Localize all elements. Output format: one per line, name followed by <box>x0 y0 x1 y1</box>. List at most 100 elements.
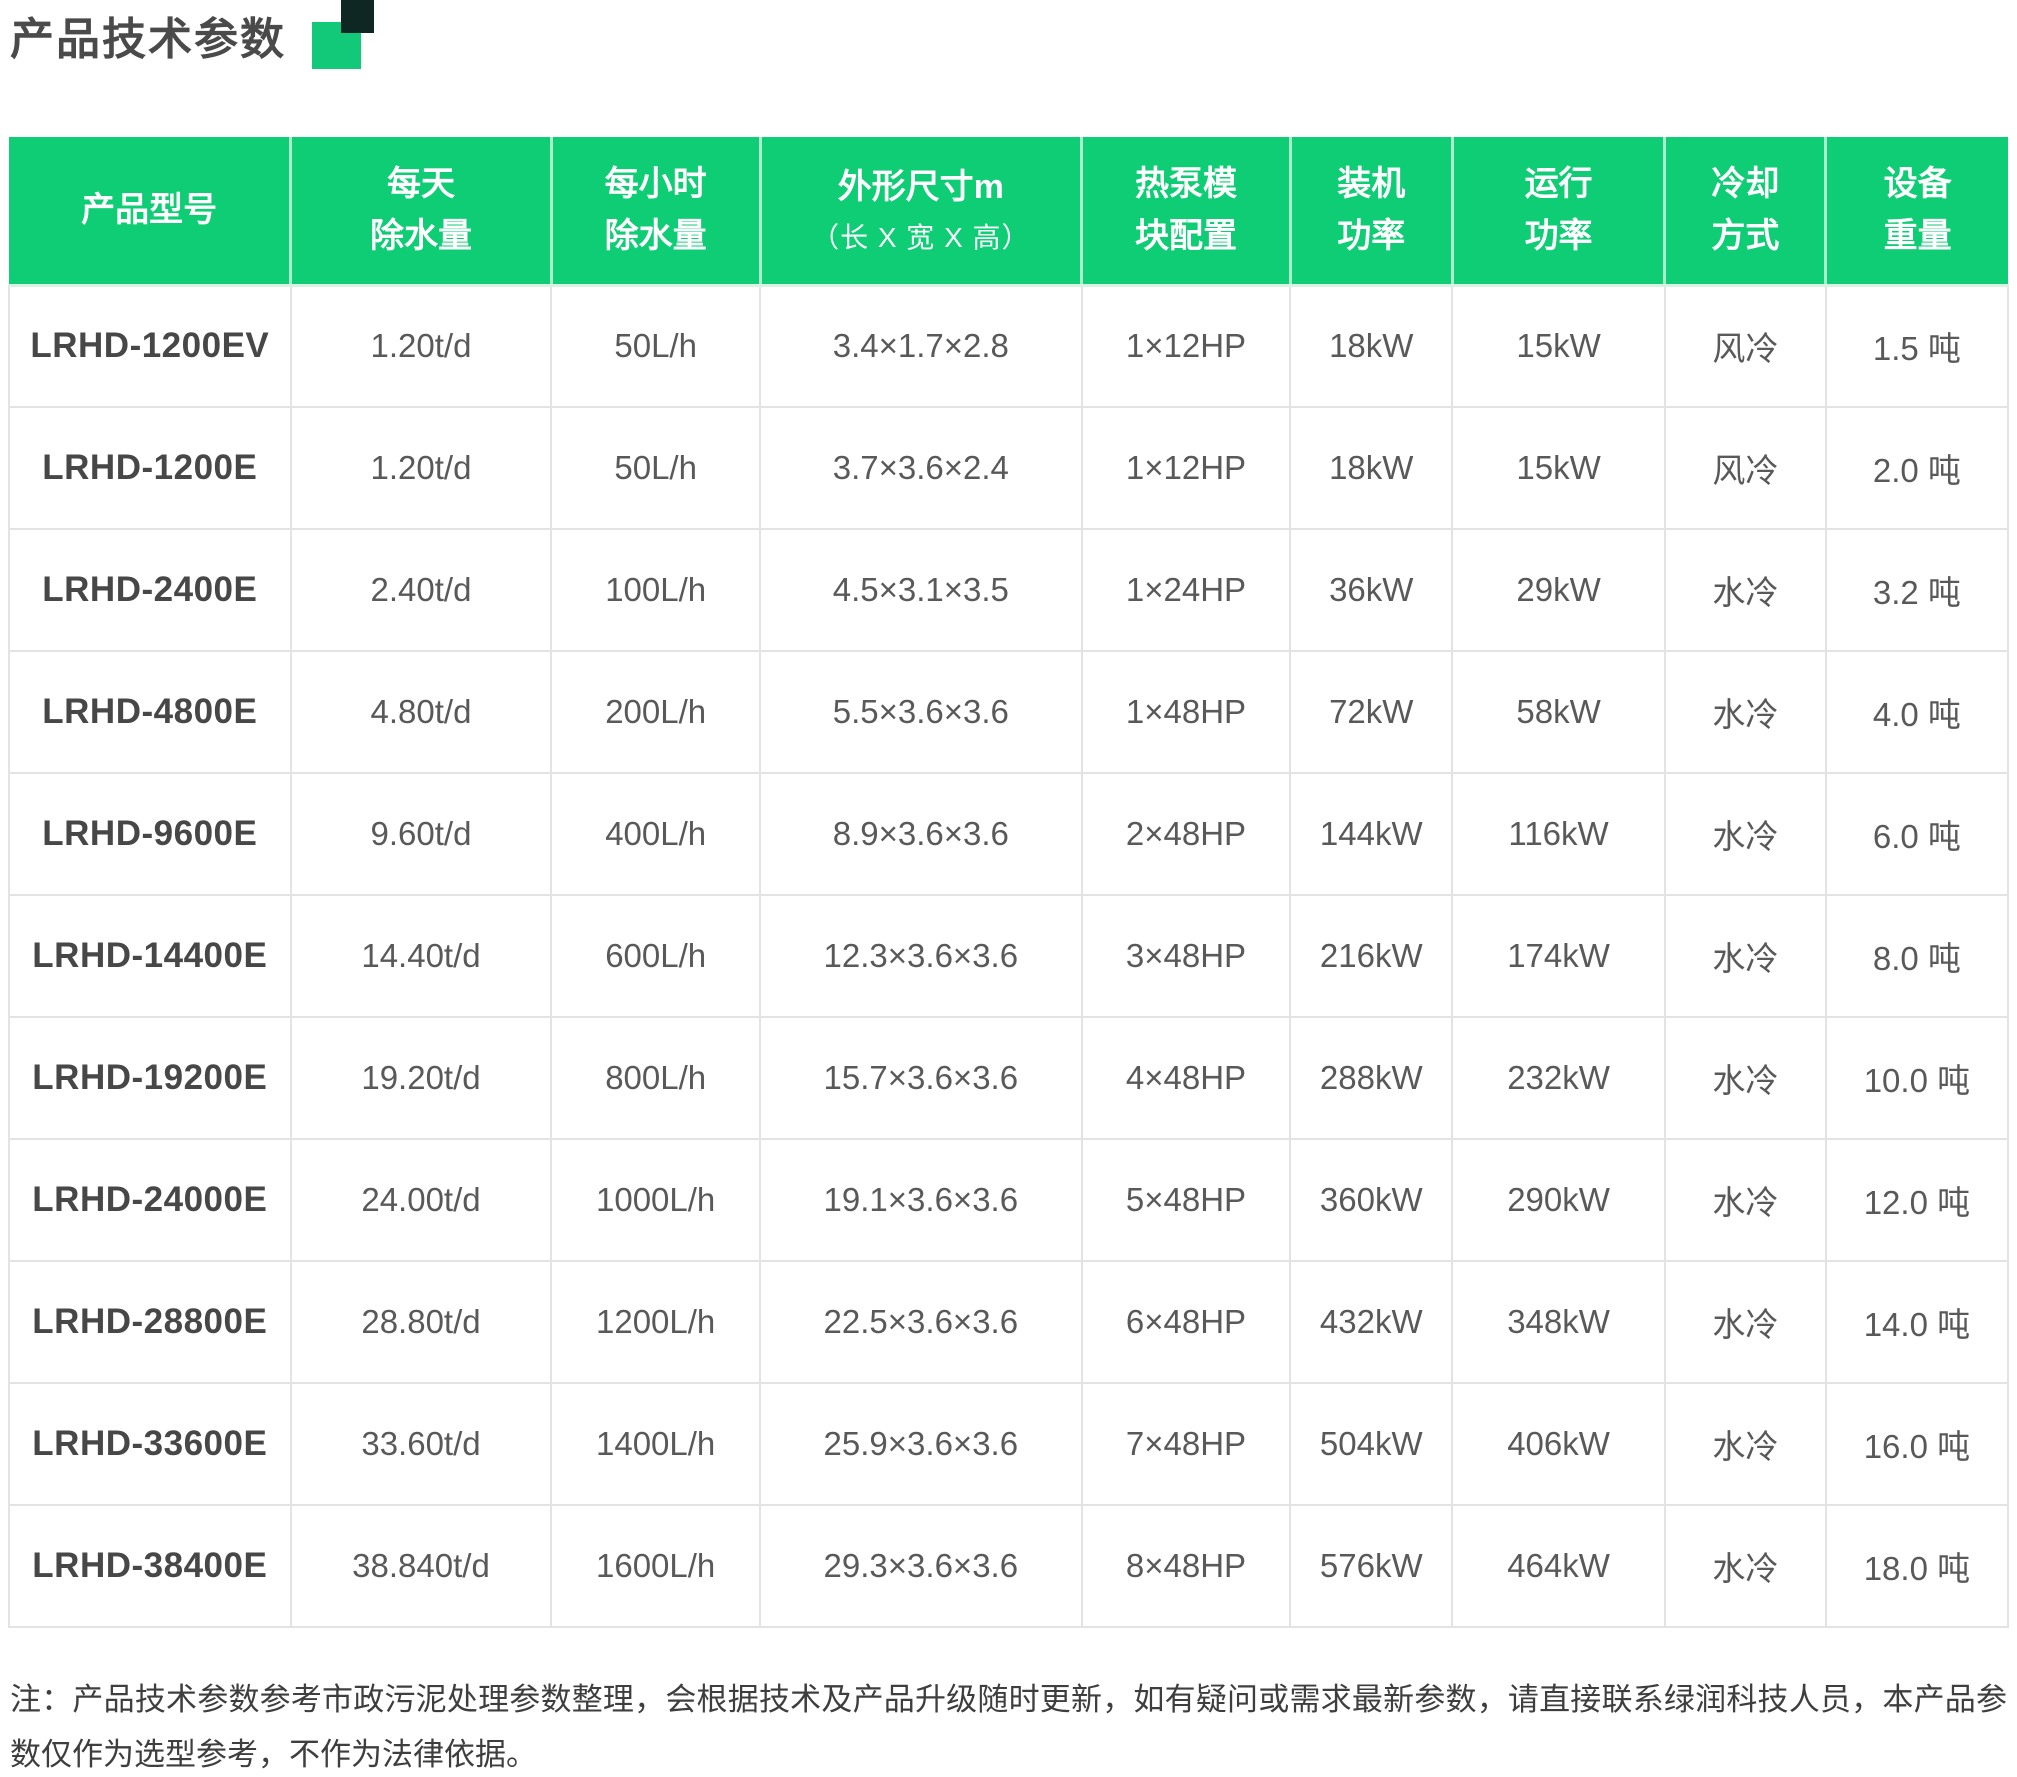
cell-weight: 1.5 吨 <box>1826 285 2008 407</box>
cell-installed-power: 576kW <box>1290 1505 1452 1627</box>
cell-model: LRHD-33600E <box>9 1383 291 1505</box>
cell-model: LRHD-14400E <box>9 895 291 1017</box>
column-header-modules: 热泵模块配置 <box>1082 137 1291 285</box>
column-header-running-power: 运行功率 <box>1452 137 1665 285</box>
cell-hourly: 400L/h <box>551 773 760 895</box>
cell-modules: 3×48HP <box>1082 895 1291 1017</box>
cell-installed-power: 288kW <box>1290 1017 1452 1139</box>
table-row: LRHD-2400E2.40t/d100L/h4.5×3.1×3.51×24HP… <box>9 529 2008 651</box>
cell-dims: 3.4×1.7×2.8 <box>760 285 1082 407</box>
cell-model: LRHD-9600E <box>9 773 291 895</box>
cell-running-power: 15kW <box>1452 285 1665 407</box>
column-header-dims: 外形尺寸m（长 X 宽 X 高） <box>760 137 1082 285</box>
table-row: LRHD-14400E14.40t/d600L/h12.3×3.6×3.63×4… <box>9 895 2008 1017</box>
page-title: 产品技术参数 <box>10 10 286 70</box>
cell-daily: 2.40t/d <box>291 529 552 651</box>
cell-model: LRHD-1200E <box>9 407 291 529</box>
cell-daily: 14.40t/d <box>291 895 552 1017</box>
cell-dims: 22.5×3.6×3.6 <box>760 1261 1082 1383</box>
cell-dims: 29.3×3.6×3.6 <box>760 1505 1082 1627</box>
cell-weight: 6.0 吨 <box>1826 773 2008 895</box>
cell-hourly: 100L/h <box>551 529 760 651</box>
cell-cooling: 水冷 <box>1665 1505 1826 1627</box>
page: 产品技术参数 产品型号每天除水量每小时除水量外形尺寸m（长 X 宽 X 高）热泵… <box>0 0 2017 1777</box>
cell-weight: 3.2 吨 <box>1826 529 2008 651</box>
cell-weight: 16.0 吨 <box>1826 1383 2008 1505</box>
table-body: LRHD-1200EV1.20t/d50L/h3.4×1.7×2.81×12HP… <box>9 285 2008 1627</box>
cell-weight: 12.0 吨 <box>1826 1139 2008 1261</box>
cell-installed-power: 18kW <box>1290 285 1452 407</box>
cell-installed-power: 216kW <box>1290 895 1452 1017</box>
cell-daily: 38.840t/d <box>291 1505 552 1627</box>
footnote: 注：产品技术参数参考市政污泥处理参数整理，会根据技术及产品升级随时更新，如有疑问… <box>8 1672 2009 1777</box>
cell-installed-power: 18kW <box>1290 407 1452 529</box>
cell-modules: 7×48HP <box>1082 1383 1291 1505</box>
cell-cooling: 风冷 <box>1665 285 1826 407</box>
column-header-daily: 每天除水量 <box>291 137 552 285</box>
cell-installed-power: 432kW <box>1290 1261 1452 1383</box>
cell-model: LRHD-19200E <box>9 1017 291 1139</box>
table-row: LRHD-38400E38.840t/d1600L/h29.3×3.6×3.68… <box>9 1505 2008 1627</box>
table-row: LRHD-33600E33.60t/d1400L/h25.9×3.6×3.67×… <box>9 1383 2008 1505</box>
cell-hourly: 50L/h <box>551 407 760 529</box>
cell-dims: 12.3×3.6×3.6 <box>760 895 1082 1017</box>
cell-cooling: 水冷 <box>1665 895 1826 1017</box>
table-header: 产品型号每天除水量每小时除水量外形尺寸m（长 X 宽 X 高）热泵模块配置装机功… <box>9 137 2008 285</box>
cell-modules: 1×12HP <box>1082 285 1291 407</box>
cell-model: LRHD-1200EV <box>9 285 291 407</box>
cell-hourly: 200L/h <box>551 651 760 773</box>
cell-weight: 14.0 吨 <box>1826 1261 2008 1383</box>
column-header-model: 产品型号 <box>9 137 291 285</box>
cell-weight: 4.0 吨 <box>1826 651 2008 773</box>
column-header-cooling: 冷却方式 <box>1665 137 1826 285</box>
cell-installed-power: 360kW <box>1290 1139 1452 1261</box>
dark-square-icon <box>341 0 374 33</box>
table-row: LRHD-19200E19.20t/d800L/h15.7×3.6×3.64×4… <box>9 1017 2008 1139</box>
cell-hourly: 800L/h <box>551 1017 760 1139</box>
cell-running-power: 464kW <box>1452 1505 1665 1627</box>
cell-modules: 1×24HP <box>1082 529 1291 651</box>
cell-model: LRHD-24000E <box>9 1139 291 1261</box>
cell-hourly: 1200L/h <box>551 1261 760 1383</box>
cell-dims: 19.1×3.6×3.6 <box>760 1139 1082 1261</box>
cell-running-power: 406kW <box>1452 1383 1665 1505</box>
cell-installed-power: 144kW <box>1290 773 1452 895</box>
cell-running-power: 29kW <box>1452 529 1665 651</box>
cell-modules: 6×48HP <box>1082 1261 1291 1383</box>
cell-hourly: 1000L/h <box>551 1139 760 1261</box>
cell-daily: 4.80t/d <box>291 651 552 773</box>
table-row: LRHD-4800E4.80t/d200L/h5.5×3.6×3.61×48HP… <box>9 651 2008 773</box>
table-row: LRHD-9600E9.60t/d400L/h8.9×3.6×3.62×48HP… <box>9 773 2008 895</box>
cell-modules: 1×48HP <box>1082 651 1291 773</box>
cell-running-power: 290kW <box>1452 1139 1665 1261</box>
cell-modules: 8×48HP <box>1082 1505 1291 1627</box>
cell-hourly: 50L/h <box>551 285 760 407</box>
cell-hourly: 1600L/h <box>551 1505 760 1627</box>
cell-model: LRHD-2400E <box>9 529 291 651</box>
cell-cooling: 水冷 <box>1665 1383 1826 1505</box>
cell-modules: 5×48HP <box>1082 1139 1291 1261</box>
cell-dims: 8.9×3.6×3.6 <box>760 773 1082 895</box>
cell-installed-power: 504kW <box>1290 1383 1452 1505</box>
table-row: LRHD-1200EV1.20t/d50L/h3.4×1.7×2.81×12HP… <box>9 285 2008 407</box>
cell-weight: 2.0 吨 <box>1826 407 2008 529</box>
cell-running-power: 348kW <box>1452 1261 1665 1383</box>
cell-cooling: 水冷 <box>1665 529 1826 651</box>
cell-daily: 19.20t/d <box>291 1017 552 1139</box>
cell-daily: 24.00t/d <box>291 1139 552 1261</box>
cell-running-power: 58kW <box>1452 651 1665 773</box>
cell-dims: 15.7×3.6×3.6 <box>760 1017 1082 1139</box>
cell-daily: 9.60t/d <box>291 773 552 895</box>
cell-hourly: 1400L/h <box>551 1383 760 1505</box>
cell-weight: 18.0 吨 <box>1826 1505 2008 1627</box>
cell-cooling: 水冷 <box>1665 651 1826 773</box>
cell-cooling: 水冷 <box>1665 1261 1826 1383</box>
table-row: LRHD-24000E24.00t/d1000L/h19.1×3.6×3.65×… <box>9 1139 2008 1261</box>
cell-model: LRHD-4800E <box>9 651 291 773</box>
cell-modules: 2×48HP <box>1082 773 1291 895</box>
cell-model: LRHD-28800E <box>9 1261 291 1383</box>
product-spec-table: 产品型号每天除水量每小时除水量外形尺寸m（长 X 宽 X 高）热泵模块配置装机功… <box>8 137 2009 1628</box>
column-header-installed-power: 装机功率 <box>1290 137 1452 285</box>
cell-hourly: 600L/h <box>551 895 760 1017</box>
cell-daily: 33.60t/d <box>291 1383 552 1505</box>
